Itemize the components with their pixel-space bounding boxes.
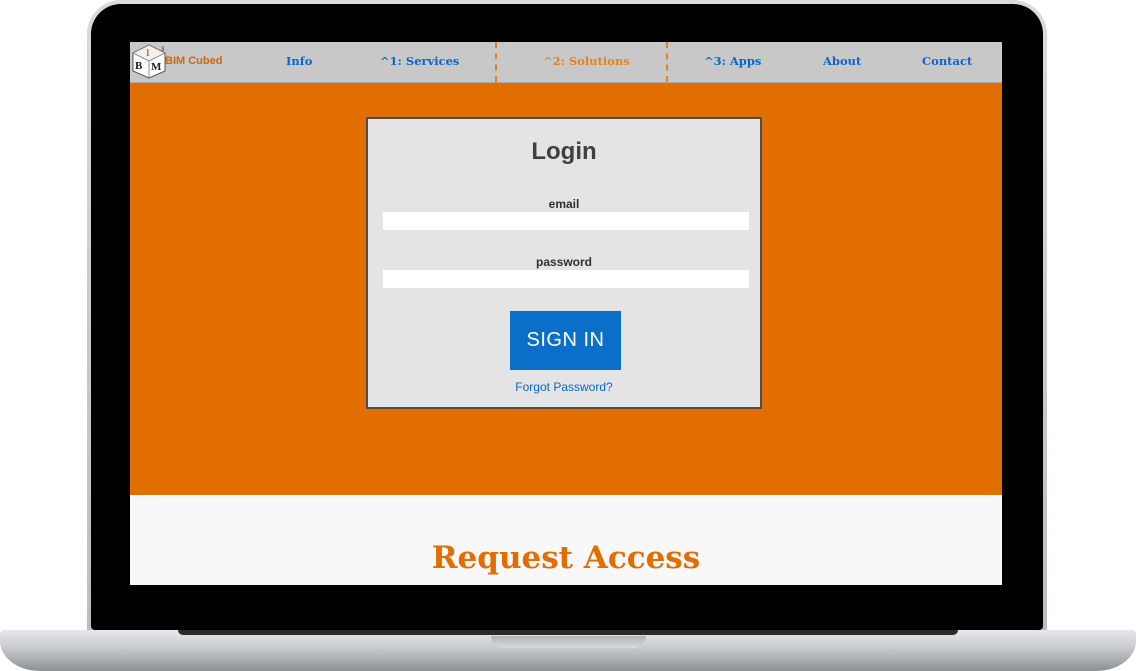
request-access-heading: Request Access bbox=[431, 540, 701, 576]
laptop-hinge bbox=[178, 630, 958, 635]
logo-letter-i: I bbox=[146, 48, 150, 58]
nav-apps[interactable]: ^3: Apps bbox=[704, 54, 761, 68]
email-field[interactable] bbox=[383, 212, 749, 230]
nav-info[interactable]: Info bbox=[286, 54, 312, 68]
email-label: email bbox=[548, 197, 580, 211]
hero-section: Login email password SIGN IN Forgot Pass… bbox=[130, 83, 1002, 495]
nav-services[interactable]: ^1: Services bbox=[380, 54, 459, 68]
top-navbar: B I M 3 BIM Cubed Info ^1: Services ^2: … bbox=[130, 42, 1002, 83]
nav-about[interactable]: About bbox=[823, 54, 861, 68]
password-field[interactable] bbox=[383, 270, 749, 288]
brand-name[interactable]: BIM Cubed bbox=[165, 55, 222, 67]
sign-in-button[interactable]: SIGN IN bbox=[510, 311, 621, 370]
bim-cubed-logo[interactable]: B I M 3 bbox=[131, 43, 167, 79]
nav-solutions[interactable]: ^2: Solutions bbox=[543, 54, 630, 68]
browser-viewport: B I M 3 BIM Cubed Info ^1: Services ^2: … bbox=[130, 42, 1002, 585]
login-card: Login email password SIGN IN Forgot Pass… bbox=[366, 117, 762, 409]
nav-divider-left bbox=[495, 42, 497, 82]
laptop-notch bbox=[491, 636, 646, 648]
logo-letter-m: M bbox=[151, 61, 162, 73]
logo-letter-b: B bbox=[135, 60, 143, 72]
logo-superscript: 3 bbox=[161, 47, 165, 53]
password-label: password bbox=[535, 255, 592, 269]
forgot-password-link[interactable]: Forgot Password? bbox=[368, 380, 760, 394]
nav-divider-right bbox=[666, 42, 668, 82]
login-title: Login bbox=[531, 138, 597, 165]
nav-contact[interactable]: Contact bbox=[922, 54, 972, 68]
